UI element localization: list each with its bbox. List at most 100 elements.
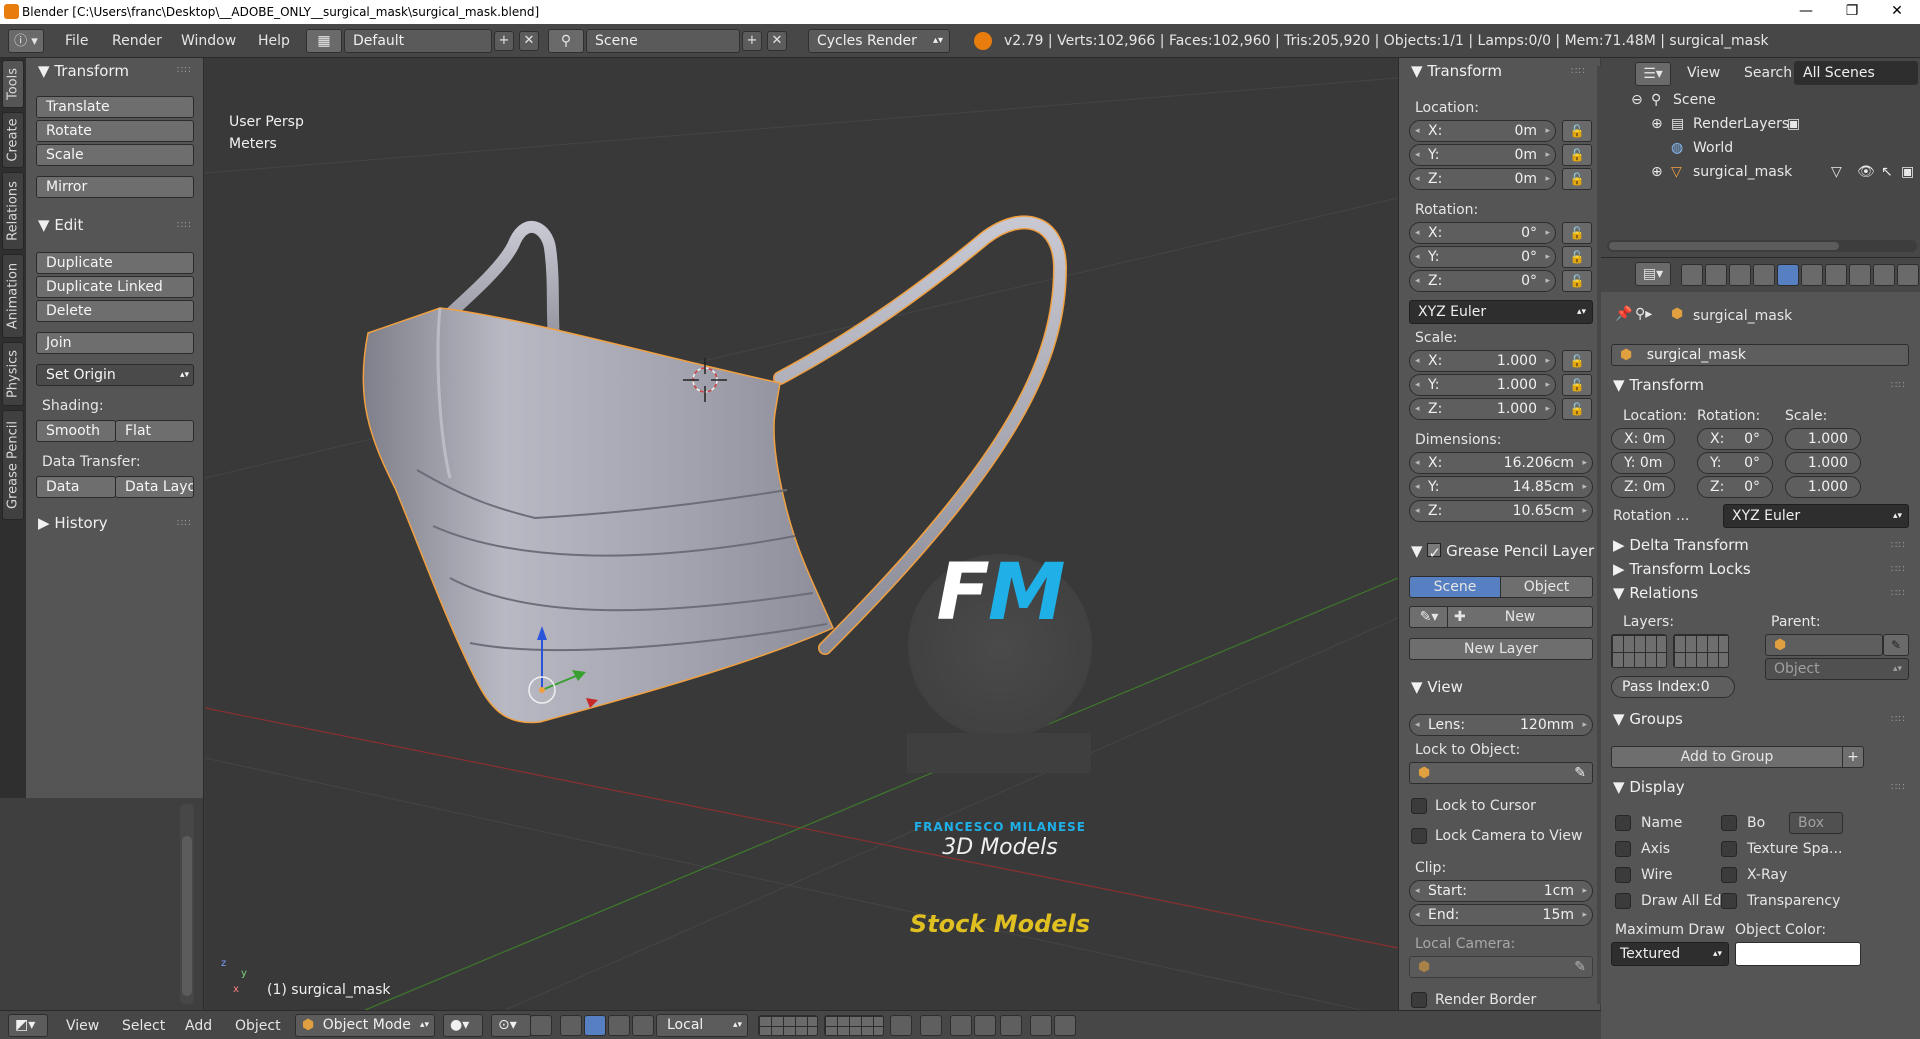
clip-start-field[interactable]: ◂ Start: 1cm ▸ [1409,880,1593,902]
render-animation-icon[interactable] [1054,1015,1076,1036]
duplicate-linked-button[interactable]: Duplicate Linked [36,276,194,298]
outliner-editor-type-button[interactable]: ☰▾ [1635,62,1671,86]
outliner-row-world[interactable]: ◍ World [1601,138,1920,162]
render-camera-icon[interactable]: ▣ [1901,164,1914,180]
rotate-manipulator-icon[interactable] [584,1015,606,1036]
outliner-row-surgical-mask[interactable]: ⊕ ▽ surgical_mask ▽ 👁 ↖ ▣ [1601,162,1920,186]
lock-icon[interactable]: 🔓 [1562,222,1592,244]
menu-object[interactable]: Object [235,1018,281,1034]
lock-icon[interactable]: 🔓 [1562,350,1592,372]
add-scene-button[interactable]: + [742,31,762,51]
parent-field[interactable]: ⬢ [1765,634,1883,656]
outliner-view-menu[interactable]: View [1687,65,1720,81]
data-transfer-button[interactable]: Data [36,476,116,498]
menu-help[interactable]: Help [258,33,290,49]
maximize-button[interactable]: ❐ [1829,0,1875,24]
display-axis-checkbox[interactable] [1615,841,1631,857]
object-color-swatch[interactable] [1735,942,1861,966]
close-window-button[interactable]: ✕ [1874,0,1920,24]
object-rotation-x-field[interactable]: X: 0° [1697,428,1773,450]
properties-editor-type-button[interactable]: ▤▾ [1635,262,1671,286]
pass-index-field[interactable]: Pass Index:0 [1611,676,1735,698]
delete-layout-button[interactable]: ✕ [519,31,539,51]
tab-physics[interactable]: Physics [2,342,24,406]
object-tab-icon[interactable] [1777,264,1799,286]
display-xray-checkbox[interactable] [1721,867,1737,883]
layers-grid-right[interactable] [1673,634,1729,668]
object-rotation-y-field[interactable]: Y: 0° [1697,452,1773,474]
drag-grip-icon[interactable]: ∷∷ [177,518,192,529]
scale-x-field[interactable]: ◂ X: 1.000 ▸ [1409,350,1556,372]
set-origin-dropdown[interactable]: Set Origin ▴▾ [36,364,194,386]
manipulator-orientation-icon[interactable] [632,1015,654,1036]
outliner-row-scene[interactable]: ⊖ ⚲ Scene [1601,90,1920,114]
transform-panel-header[interactable]: ▼ Transform [38,62,129,80]
scrollbar-thumb[interactable] [182,836,192,996]
scene-layers-grid-left[interactable] [758,1015,818,1036]
editor-type-info-button[interactable]: ⓘ ▾ [8,29,44,53]
scale-y-field[interactable]: ◂ Y: 1.000 ▸ [1409,374,1556,396]
material-tab-icon[interactable] [1873,264,1895,286]
lock-icon[interactable]: 🔓 [1562,120,1592,142]
proportional-edit-icon[interactable] [920,1015,942,1036]
render-engine-dropdown[interactable]: Cycles Render ▴▾ [808,29,950,53]
snap-target-icon[interactable] [1000,1015,1022,1036]
outliner-row-renderlayers[interactable]: ⊕ ▤ RenderLayers ▣ [1601,114,1920,138]
collapse-icon[interactable]: ⊖ [1631,92,1643,108]
render-layers-tab-icon[interactable] [1705,264,1727,286]
transform-orientation-dropdown[interactable]: Local ▴▾ [656,1014,748,1037]
edit-panel-header[interactable]: ▼ Edit [38,216,83,234]
transform-panel-header[interactable]: ▼ Transform [1411,62,1502,80]
render-still-icon[interactable] [1030,1015,1052,1036]
parent-type-dropdown[interactable]: Object ▴▾ [1765,658,1909,680]
outliner-scrollbar[interactable] [1607,240,1917,252]
tab-tools[interactable]: Tools [2,60,24,108]
translate-button[interactable]: Translate [36,96,194,118]
history-panel-header[interactable]: ▶ History [38,514,108,532]
grease-pencil-panel-header[interactable]: ▼ ✓ Grease Pencil Layer [1411,542,1594,562]
scene-layers-grid-right[interactable] [824,1015,884,1036]
add-group-plus-button[interactable]: + [1842,746,1864,768]
lock-icon[interactable]: 🔓 [1562,270,1592,292]
delta-transform-panel-header[interactable]: ▶ Delta Transform [1613,536,1749,554]
lens-field[interactable]: ◂ Lens: 120mm ▸ [1409,714,1593,736]
grease-pencil-data-selector[interactable]: ✎▾ [1409,606,1449,628]
max-draw-type-dropdown[interactable]: Textured ▴▾ [1611,942,1729,966]
screen-layout-selector-button[interactable]: ▦ [306,29,342,53]
display-panel-header[interactable]: ▼ Display [1613,778,1685,796]
location-x-field[interactable]: ◂ X: 0m ▸ [1409,120,1556,142]
lock-to-cursor-checkbox[interactable] [1411,798,1427,814]
mirror-button[interactable]: Mirror [36,176,194,198]
drag-grip-icon[interactable]: ∷∷ [177,65,192,76]
display-texture-space-checkbox[interactable] [1721,841,1737,857]
menu-add[interactable]: Add [185,1018,212,1034]
eyedropper-icon[interactable]: ✎ [1883,634,1909,656]
shade-flat-button[interactable]: Flat [115,420,194,442]
rotation-x-field[interactable]: ◂ X: 0° ▸ [1409,222,1556,244]
snap-toggle-icon[interactable] [950,1015,972,1036]
scene-field[interactable]: Scene [586,29,740,53]
data-tab-icon[interactable] [1849,264,1871,286]
scrollbar-thumb[interactable] [1609,242,1839,250]
minimize-button[interactable]: — [1783,0,1829,24]
screen-layout-field[interactable]: Default [344,29,492,53]
constraints-tab-icon[interactable] [1801,264,1823,286]
scale-manipulator-icon[interactable] [608,1015,630,1036]
display-bounds-checkbox[interactable] [1721,815,1737,831]
duplicate-button[interactable]: Duplicate [36,252,194,274]
menu-file[interactable]: File [65,33,88,49]
3d-viewport[interactable]: User Persp Meters (1) surgical_mask z y … [205,58,1398,1010]
expand-icon[interactable]: ⊕ [1651,164,1663,180]
join-button[interactable]: Join [36,332,194,354]
object-scale-z-field[interactable]: 1.000 [1785,476,1861,498]
snap-element-icon[interactable] [974,1015,996,1036]
rotation-y-field[interactable]: ◂ Y: 0° ▸ [1409,246,1556,268]
pivot-point-dropdown[interactable]: ⊙▾ [491,1014,531,1037]
drag-grip-icon[interactable]: ∷∷ [1891,714,1906,725]
texture-tab-icon[interactable] [1897,264,1919,286]
rotation-mode-dropdown[interactable]: XYZ Euler ▴▾ [1409,300,1593,324]
outliner-display-mode-dropdown[interactable]: All Scenes [1794,61,1918,85]
rotate-button[interactable]: Rotate [36,120,194,142]
display-all-edges-checkbox[interactable] [1615,893,1631,909]
select-arrow-icon[interactable]: ↖ [1881,164,1893,180]
